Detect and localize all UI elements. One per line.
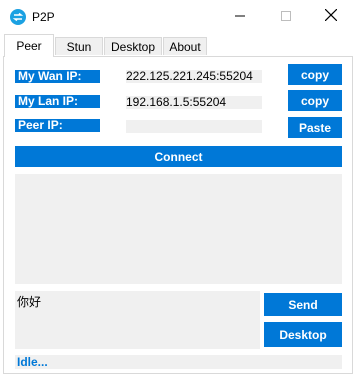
lan-copy-button[interactable]: copy	[288, 90, 342, 111]
tab-stun[interactable]: Stun	[55, 37, 103, 55]
peer-ip-input[interactable]	[126, 120, 262, 133]
wan-ip-label: My Wan IP:	[15, 70, 100, 83]
status-bar: Idle...	[15, 355, 342, 369]
tab-desktop[interactable]: Desktop	[104, 37, 162, 55]
peer-ip-label: Peer IP:	[15, 119, 100, 132]
log-area[interactable]	[15, 174, 342, 284]
minimize-button[interactable]	[217, 0, 263, 34]
tab-peer[interactable]: Peer	[4, 34, 54, 57]
wan-ip-field[interactable]: 222.125.221.245:55204	[126, 70, 262, 83]
close-button[interactable]	[308, 0, 354, 34]
minimize-icon	[235, 8, 245, 26]
window-title: P2P	[32, 10, 55, 24]
desktop-button[interactable]: Desktop	[264, 322, 342, 347]
close-icon	[324, 8, 338, 26]
connect-button[interactable]: Connect	[15, 146, 342, 167]
lan-ip-label: My Lan IP:	[15, 95, 100, 108]
message-text: 你好	[17, 295, 42, 309]
lan-ip-field[interactable]: 192.168.1.5:55204	[126, 96, 262, 109]
maximize-button[interactable]	[263, 0, 309, 34]
tab-about[interactable]: About	[163, 37, 207, 55]
wan-copy-button[interactable]: copy	[288, 64, 342, 85]
maximize-icon	[281, 8, 291, 26]
title-bar: P2P	[0, 0, 354, 34]
tab-strip: Peer Stun Desktop About	[0, 34, 354, 57]
app-logo-icon	[10, 9, 26, 25]
send-button[interactable]: Send	[264, 293, 342, 316]
message-input[interactable]: 你好	[15, 291, 260, 349]
paste-button[interactable]: Paste	[288, 117, 342, 138]
